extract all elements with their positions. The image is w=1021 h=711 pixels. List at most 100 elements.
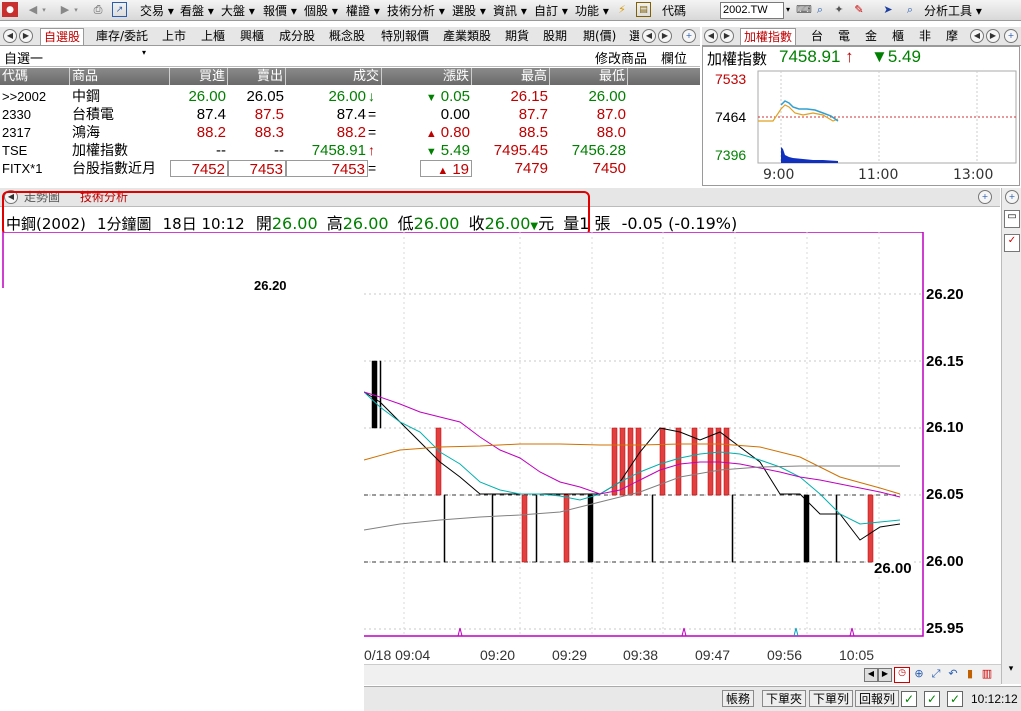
scroll-right-icon[interactable]: ▶ xyxy=(878,668,892,682)
order-bar-button[interactable]: 下單列 xyxy=(809,690,854,707)
tab-otc[interactable]: 上櫃 xyxy=(201,28,225,44)
index-tabs-prev-icon[interactable]: ◀ xyxy=(970,29,984,43)
cell-bid: 26.00 xyxy=(188,88,226,105)
back-icon[interactable]: ◀ xyxy=(26,2,40,17)
tab-scroll-left-icon[interactable]: ◀ xyxy=(3,29,17,43)
external-link-icon[interactable]: ↗ xyxy=(112,2,127,17)
zoom-icon[interactable]: + xyxy=(682,29,696,43)
tab-msci[interactable]: 摩 xyxy=(946,28,958,44)
tools-icon[interactable]: ✦ xyxy=(831,2,847,17)
tab-tw[interactable]: 台 xyxy=(811,28,823,44)
col-ask[interactable]: 賣出 xyxy=(228,68,286,85)
tab-concept[interactable]: 概念股 xyxy=(329,28,365,44)
report-bar-button[interactable]: 回報列 xyxy=(855,690,900,707)
tab-taiex[interactable]: 加權指數 xyxy=(740,28,797,45)
keyboard-icon[interactable]: ⌨ xyxy=(796,2,812,17)
menu-info[interactable]: 資訊 ▾ xyxy=(493,2,527,19)
tab-stock-futures[interactable]: 股期 xyxy=(543,28,567,44)
col-last[interactable]: 成交 xyxy=(286,68,382,85)
alert-icon[interactable]: ✎ xyxy=(851,2,867,17)
menu-market[interactable]: 大盤 ▾ xyxy=(221,2,255,19)
menu-technical[interactable]: 技術分析 ▾ xyxy=(387,2,445,19)
cursor-icon[interactable]: ➤ xyxy=(880,2,896,17)
tab-elec[interactable]: 電 xyxy=(838,28,850,44)
forward-icon[interactable]: ▶ xyxy=(58,2,72,17)
zoom-in-icon[interactable]: ⊕ xyxy=(912,667,926,681)
tab-options[interactable]: 選 xyxy=(629,28,639,44)
col-code[interactable]: 代碼 xyxy=(0,68,70,85)
status-check-2[interactable]: ✓ xyxy=(924,691,940,707)
index-scroll-right-icon[interactable]: ▶ xyxy=(720,29,734,43)
side-scroll-down-icon[interactable]: ▾ xyxy=(1005,664,1017,678)
menu-stock[interactable]: 個股 ▾ xyxy=(304,2,338,19)
occluded-region xyxy=(0,288,364,710)
index-panel: 加權指數 7458.91 ↑ ▼5.49 7533 7464 7396 9:00… xyxy=(702,46,1020,186)
menu-quote[interactable]: 報價 ▾ xyxy=(263,2,297,19)
columns-button[interactable]: 欄位 xyxy=(661,48,687,67)
menu-screen[interactable]: 選股 ▾ xyxy=(452,2,486,19)
tab-industry[interactable]: 產業類股 xyxy=(443,28,491,44)
tab-nonfin[interactable]: 非 xyxy=(919,28,931,44)
col-change[interactable]: 漲跌 xyxy=(382,68,472,85)
watchlist-dropdown-icon[interactable]: ▾ xyxy=(142,48,146,57)
candle-bar xyxy=(835,494,838,563)
analysis-search-icon[interactable]: ⌕ xyxy=(902,2,918,17)
tabs-left-next-icon[interactable]: ▶ xyxy=(658,29,672,43)
chart-type-icon[interactable]: ▮ xyxy=(963,667,977,681)
menu-custom[interactable]: 自訂 ▾ xyxy=(534,2,568,19)
candle-bar xyxy=(867,494,874,563)
clock-icon[interactable]: ◷ xyxy=(894,667,910,683)
scroll-left-icon[interactable]: ◀ xyxy=(864,668,878,682)
menu-trade[interactable]: 交易 ▾ xyxy=(140,2,174,19)
order-folder-button[interactable]: 下單夾 xyxy=(762,690,807,707)
col-high[interactable]: 最高 xyxy=(472,68,550,85)
col-bid[interactable]: 買進 xyxy=(170,68,228,85)
tab-special[interactable]: 特別報價 xyxy=(381,28,429,44)
candle-bar xyxy=(563,494,570,563)
menu-watch[interactable]: 看盤 ▾ xyxy=(180,2,214,19)
tab-inventory[interactable]: 庫存/委託 xyxy=(96,28,148,44)
side-window-icon[interactable]: ▭ xyxy=(1004,210,1020,228)
app-logo-icon[interactable]: ● xyxy=(2,2,18,17)
index-tabs-next-icon[interactable]: ▶ xyxy=(986,29,1000,43)
tab-emerging[interactable]: 興櫃 xyxy=(240,28,264,44)
tab-otc-index[interactable]: 櫃 xyxy=(892,28,904,44)
tabs-left-prev-icon[interactable]: ◀ xyxy=(642,29,656,43)
back-dropdown-icon[interactable]: ▾ xyxy=(40,2,48,17)
chart-zoom-icon[interactable]: + xyxy=(978,190,992,204)
fit-icon[interactable]: ⤢ xyxy=(929,667,943,681)
tab-watchlist[interactable]: 自選股 xyxy=(40,28,85,45)
menu-function[interactable]: 功能 ▾ xyxy=(575,2,609,19)
tab-futures-price[interactable]: 期(價) xyxy=(583,28,616,44)
tab-futures[interactable]: 期貨 xyxy=(505,28,529,44)
tab-fin[interactable]: 金 xyxy=(865,28,877,44)
analysis-tools-menu[interactable]: 分析工具 ▾ xyxy=(924,2,982,19)
side-check-icon[interactable]: ✓ xyxy=(1004,234,1020,252)
undo-icon[interactable]: ↶ xyxy=(946,667,960,681)
code-label: 代碼 xyxy=(662,4,687,18)
notepad-icon[interactable]: ▤ xyxy=(636,2,651,17)
tab-listed[interactable]: 上市 xyxy=(162,28,186,44)
code-dropdown-icon[interactable]: ▾ xyxy=(783,2,793,17)
watchlist-select[interactable]: 自選一 ▾ xyxy=(4,48,148,67)
col-name[interactable]: 商品 xyxy=(70,68,170,85)
status-check-3[interactable]: ✓ xyxy=(947,691,963,707)
tab-components[interactable]: 成分股 xyxy=(279,28,315,44)
indicator-icon[interactable]: ▥ xyxy=(980,667,994,681)
index-zoom-icon[interactable]: + xyxy=(1004,29,1018,43)
search-icon[interactable]: ⌕ xyxy=(812,2,828,17)
x-tick-0920: 09:20 xyxy=(480,647,516,663)
lightning-icon[interactable]: ⚡ xyxy=(614,2,630,17)
menu-warrant[interactable]: 權證 ▾ xyxy=(346,2,380,19)
side-zoom-icon[interactable]: + xyxy=(1005,190,1019,204)
print-icon[interactable]: ⎙ xyxy=(90,2,106,17)
index-scroll-left-icon[interactable]: ◀ xyxy=(704,29,718,43)
col-low[interactable]: 最低 xyxy=(550,68,628,85)
forward-dropdown-icon[interactable]: ▾ xyxy=(72,2,80,17)
edit-items-button[interactable]: 修改商品 xyxy=(595,48,647,67)
status-check-1[interactable]: ✓ xyxy=(901,691,917,707)
cell-bid: 88.2 xyxy=(196,124,226,141)
tab-scroll-right-icon[interactable]: ▶ xyxy=(19,29,33,43)
code-input[interactable]: 2002.TW xyxy=(720,2,784,19)
account-button[interactable]: 帳務 xyxy=(722,690,755,707)
